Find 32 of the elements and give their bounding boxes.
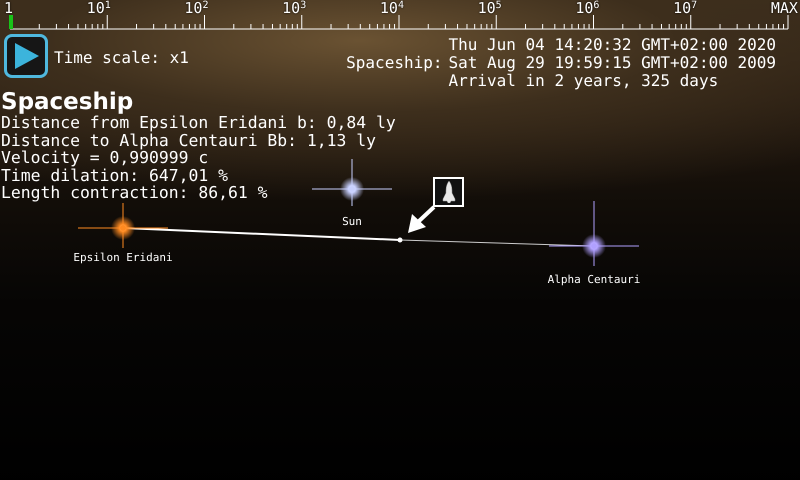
info-line: Velocity = 0,990999 c: [1, 149, 208, 166]
star-name: Epsilon Eridani: [73, 250, 173, 266]
info-line: Length contraction: 86,61 %: [1, 184, 268, 202]
scale-label: 10$^{7}$: [673, 0, 698, 17]
star-icon[interactable]: [312, 158, 392, 206]
space-shuttle-icon: [442, 181, 456, 203]
play-button[interactable]: [4, 34, 48, 78]
ship-time-label: Spaceship:: [346, 54, 442, 72]
ship-time: Sat Aug 29 19:59:15 GMT+02:00 2009: [448, 54, 776, 72]
scale-label: 10$^{4}$: [380, 0, 404, 17]
info-line: Time dilation: 647,01 %: [1, 166, 228, 184]
earth-time: Thu Jun 04 14:20:32 GMT+02:00 2020: [448, 36, 776, 54]
scale-label: 1: [4, 0, 14, 17]
arrival-text: Arrival in 2 years, 325 days: [448, 72, 720, 90]
info-line: Distance from Epsilon Eridani b: 0,84 ly: [1, 114, 396, 132]
star-name: Sun: [342, 214, 362, 230]
scale-label: 10$^{5}$: [478, 0, 502, 17]
info-title: Spaceship: [1, 90, 134, 114]
time-scale-label: Time scale: x1: [54, 47, 189, 69]
scale-label: 10$^{1}$: [86, 0, 111, 17]
pointer-arrow: [408, 206, 436, 233]
scale-label: 10$^{2}$: [184, 0, 208, 17]
time-scale-slider-thumb[interactable]: [9, 15, 13, 29]
info-line: Distance to Alpha Centauri Bb: 1,13 ly: [1, 132, 376, 149]
scale-label: 10$^{6}$: [575, 0, 600, 17]
spaceship-marker[interactable]: [433, 177, 464, 207]
star-icon[interactable]: [548, 200, 640, 266]
scale-label: 10$^{3}$: [282, 0, 306, 17]
star-icon[interactable]: [78, 202, 168, 248]
spaceship-position-dot: [398, 238, 402, 242]
star-name: Alpha Centauri: [548, 272, 640, 288]
scale-label: MAX: [770, 0, 798, 17]
